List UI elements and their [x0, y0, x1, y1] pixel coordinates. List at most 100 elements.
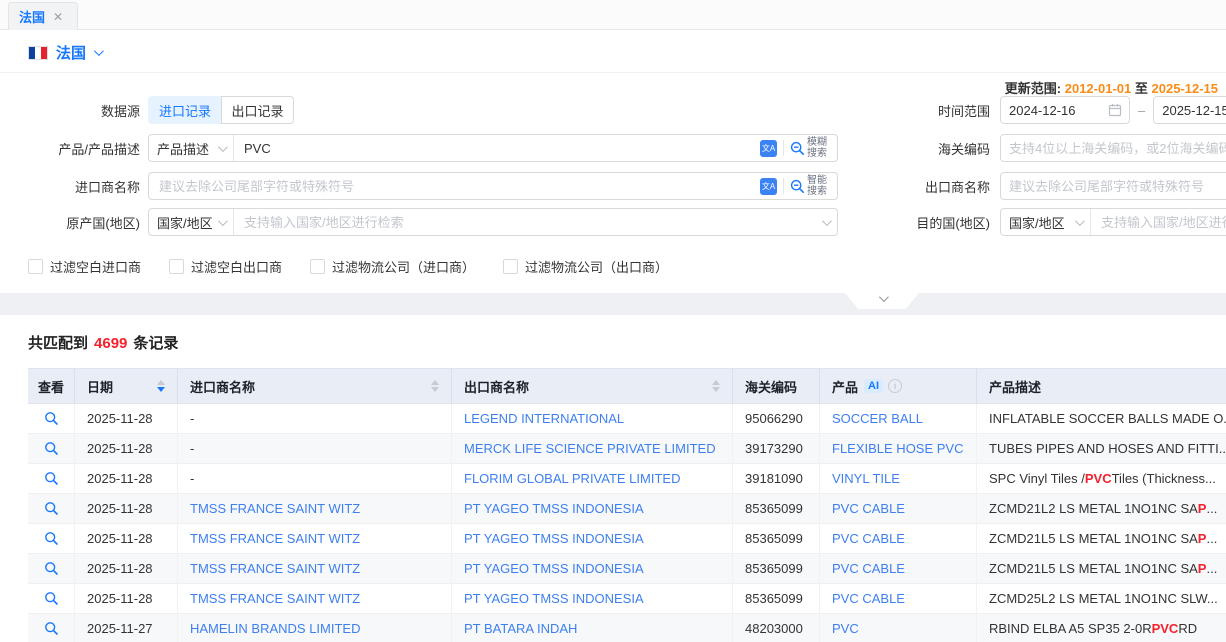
translate-icon[interactable]: 文A — [760, 140, 777, 157]
product-link[interactable]: FLEXIBLE HOSE PVC — [832, 441, 964, 456]
translate-icon[interactable]: 文A — [760, 178, 777, 195]
product-link[interactable]: PVC CABLE — [832, 591, 905, 606]
desc-text: RBIND ELBA A5 SP35 2-0R — [989, 621, 1152, 636]
col-header-exporter-label: 出口商名称 — [464, 377, 529, 396]
update-range-to: 至 — [1135, 81, 1148, 96]
exporter-link[interactable]: LEGEND INTERNATIONAL — [464, 411, 624, 426]
calendar-icon[interactable] — [1108, 103, 1122, 117]
date-end-input[interactable] — [1153, 96, 1226, 124]
product-link[interactable]: PVC — [832, 621, 859, 636]
exporter-link[interactable]: PT BATARA INDAH — [464, 621, 577, 636]
importer-link[interactable]: TMSS FRANCE SAINT WITZ — [190, 531, 360, 546]
importer-field: 文A 智能搜索 — [148, 172, 838, 200]
product-link[interactable]: PVC CABLE — [832, 501, 905, 516]
cell-description: SPC Vinyl Tiles / PVC Tiles (Thickness..… — [977, 464, 1226, 493]
product-mode-select[interactable]: 产品描述 — [149, 135, 234, 161]
importer-link[interactable]: TMSS FRANCE SAINT WITZ — [190, 561, 360, 576]
checkbox-label: 过滤空白出口商 — [191, 257, 282, 276]
cell-description: TUBES PIPES AND HOSES AND FITTI... — [977, 434, 1226, 463]
sort-control-importer[interactable] — [421, 380, 439, 392]
view-record-button[interactable] — [28, 494, 74, 523]
importer-link[interactable]: HAMELIN BRANDS LIMITED — [190, 621, 360, 636]
desc-text: ... — [1206, 531, 1217, 546]
cell-importer: - — [178, 434, 452, 463]
origin-mode-select[interactable]: 国家/地区 — [149, 209, 234, 235]
table-row: 2025-11-28 - FLORIM GLOBAL PRIVATE LIMIT… — [28, 464, 1226, 494]
france-flag-icon — [28, 46, 48, 60]
tab-france[interactable]: 法国 ✕ — [8, 2, 78, 30]
product-link[interactable]: PVC CABLE — [832, 561, 905, 576]
destination-mode-select[interactable]: 国家/地区 — [1001, 209, 1091, 235]
cell-hs-code: 48203000 — [733, 614, 820, 642]
sort-control-exporter[interactable] — [702, 380, 720, 392]
product-search-input[interactable] — [234, 135, 752, 161]
desc-text: INFLATABLE SOCCER BALLS MADE O... — [989, 411, 1226, 426]
smart-search-toggle[interactable]: 智能搜索 — [790, 175, 829, 197]
view-record-button[interactable] — [28, 584, 74, 613]
origin-country-input[interactable] — [234, 209, 814, 235]
smart-search-label: 智能搜索 — [807, 175, 829, 197]
product-link[interactable]: PVC CABLE — [832, 531, 905, 546]
collapse-panel-handle[interactable] — [845, 293, 919, 309]
exporter-link[interactable]: PT YAGEO TMSS INDONESIA — [464, 561, 644, 576]
cell-date: 2025-11-28 — [75, 554, 178, 583]
checkbox-filter-logistics-importer[interactable]: 过滤物流公司（进口商） — [310, 257, 475, 276]
cell-hs-code: 85365099 — [733, 494, 820, 523]
cell-importer: - — [178, 464, 452, 493]
summary-suffix: 条记录 — [133, 335, 178, 352]
table-row: 2025-11-28 TMSS FRANCE SAINT WITZ PT YAG… — [28, 494, 1226, 524]
view-record-button[interactable] — [28, 464, 74, 493]
fuzzy-search-toggle[interactable]: 模糊搜索 — [790, 137, 829, 159]
cell-date: 2025-11-28 — [75, 434, 178, 463]
importer-link[interactable]: TMSS FRANCE SAINT WITZ — [190, 591, 360, 606]
view-record-button[interactable] — [28, 554, 74, 583]
view-record-button[interactable] — [28, 434, 74, 463]
col-header-exporter[interactable]: 出口商名称 — [452, 369, 733, 403]
tab-bar: 法国 ✕ — [0, 0, 1226, 30]
fuzzy-search-label: 模糊搜索 — [807, 137, 829, 159]
table-row: 2025-11-28 TMSS FRANCE SAINT WITZ PT YAG… — [28, 584, 1226, 614]
checkbox-filter-blank-exporter[interactable]: 过滤空白出口商 — [169, 257, 282, 276]
table-row: 2025-11-28 TMSS FRANCE SAINT WITZ PT YAG… — [28, 554, 1226, 584]
chevron-down-icon — [218, 216, 228, 226]
importer-link[interactable]: TMSS FRANCE SAINT WITZ — [190, 501, 360, 516]
col-header-date-label: 日期 — [87, 377, 113, 396]
cell-date: 2025-11-28 — [75, 464, 178, 493]
view-record-button[interactable] — [28, 614, 74, 642]
view-record-button[interactable] — [28, 404, 74, 433]
col-header-importer[interactable]: 进口商名称 — [178, 369, 452, 403]
exporter-link[interactable]: PT YAGEO TMSS INDONESIA — [464, 501, 644, 516]
product-link[interactable]: SOCCER BALL — [832, 411, 923, 426]
cell-hs-code: 85365099 — [733, 584, 820, 613]
product-link[interactable]: VINYL TILE — [832, 471, 900, 486]
exporter-link[interactable]: PT YAGEO TMSS INDONESIA — [464, 591, 644, 606]
checkbox-icon — [310, 259, 325, 274]
origin-label: 原产国(地区) — [66, 213, 140, 232]
country-selector[interactable]: 法国 — [28, 42, 101, 63]
exporter-link[interactable]: MERCK LIFE SCIENCE PRIVATE LIMITED — [464, 441, 716, 456]
export-records-toggle[interactable]: 出口记录 — [221, 96, 294, 124]
desc-text: ZCMD25L2 LS METAL 1NO1NC SLW... — [989, 591, 1218, 606]
desc-highlight: P — [1198, 561, 1207, 576]
results-count: 4699 — [94, 335, 127, 352]
import-records-toggle[interactable]: 进口记录 — [148, 96, 221, 124]
chevron-down-icon[interactable] — [814, 213, 837, 231]
col-header-date[interactable]: 日期 — [75, 369, 178, 403]
exporter-link[interactable]: PT YAGEO TMSS INDONESIA — [464, 531, 644, 546]
cell-date: 2025-11-28 — [75, 494, 178, 523]
close-icon[interactable]: ✕ — [53, 11, 63, 23]
hs-code-input[interactable] — [1000, 134, 1226, 162]
checkbox-filter-logistics-exporter[interactable]: 过滤物流公司（出口商） — [503, 257, 668, 276]
sort-control-date[interactable] — [147, 380, 165, 392]
desc-text: SPC Vinyl Tiles / — [989, 471, 1085, 486]
cell-hs-code: 85365099 — [733, 554, 820, 583]
checkbox-icon — [28, 259, 43, 274]
info-icon[interactable]: i — [888, 379, 902, 393]
importer-name-input[interactable] — [149, 173, 752, 199]
exporter-link[interactable]: FLORIM GLOBAL PRIVATE LIMITED — [464, 471, 680, 486]
exporter-name-input[interactable] — [1000, 172, 1226, 200]
data-source-label-row: 数据源 — [0, 96, 140, 124]
checkbox-filter-blank-importer[interactable]: 过滤空白进口商 — [28, 257, 141, 276]
destination-country-input[interactable] — [1091, 209, 1226, 235]
view-record-button[interactable] — [28, 524, 74, 553]
